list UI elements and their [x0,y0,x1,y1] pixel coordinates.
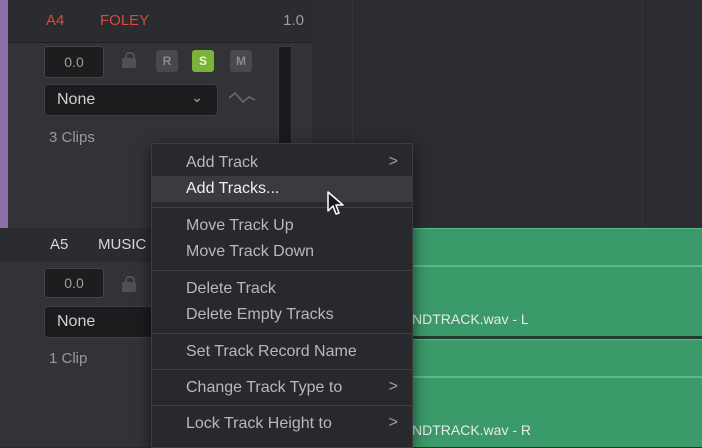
volume-field[interactable]: 0.0 [44,268,104,298]
menu-separator [152,405,412,406]
menu-item-label: Add Tracks... [186,180,280,197]
mute-button[interactable]: M [230,50,252,72]
menu-item-label: Lock Track Height to [186,415,332,432]
volume-field[interactable]: 0.0 [44,46,104,78]
menu-item-delete-empty-tracks[interactable]: Delete Empty Tracks [152,302,412,328]
menu-item-label: Delete Track [186,280,276,297]
menu-item-label: Move Track Down [186,243,315,260]
menu-separator [152,369,412,370]
menu-item-change-track-type[interactable]: Change Track Type to > [152,375,412,401]
menu-item-label: Set Track Record Name [186,343,357,360]
menu-item-lock-track-height[interactable]: Lock Track Height to > [152,411,412,437]
menu-item-label: Add Track [186,154,259,171]
track-name[interactable]: FOLEY [100,12,149,29]
solo-button[interactable]: S [192,50,214,72]
dropdown-value: None [57,91,96,108]
clip-name: NDTRACK.wav - R [412,422,532,438]
track-id: A4 [46,12,65,29]
menu-item-add-tracks[interactable]: Add Tracks... [152,176,412,202]
menu-item-label: Delete Empty Tracks [186,306,334,323]
lock-icon[interactable] [122,52,136,68]
menu-separator [152,333,412,334]
track-id: A5 [50,236,69,253]
menu-separator [152,207,412,208]
track-preset-dropdown[interactable]: None ⌄ [44,84,218,116]
track-name[interactable]: MUSIC [98,236,146,253]
menu-item-move-track-down[interactable]: Move Track Down [152,239,412,265]
chevron-down-icon: ⌄ [191,89,203,105]
clip-name: NDTRACK.wav - L [412,311,529,327]
menu-separator [152,270,412,271]
context-menu[interactable]: Add Track > Add Tracks... Move Track Up … [151,143,413,448]
dropdown-value: None [57,313,96,330]
track-color-stripe [0,0,8,228]
track-title-bar-a4[interactable]: A4 FOLEY 1.0 [8,0,312,43]
submenu-arrow-icon: > [388,414,398,431]
submenu-arrow-icon: > [388,153,398,170]
track-level: 1.0 [283,12,304,29]
automation-curve-icon[interactable] [228,90,256,106]
menu-item-set-track-record-name[interactable]: Set Track Record Name [152,339,412,365]
lock-icon[interactable] [122,276,136,292]
record-arm-button[interactable]: R [156,50,178,72]
menu-item-label: Move Track Up [186,217,294,234]
clip-count: 3 Clips [49,129,95,146]
clip-count: 1 Clip [49,350,88,367]
menu-item-add-track[interactable]: Add Track > [152,150,412,176]
menu-item-move-track-up[interactable]: Move Track Up [152,213,412,239]
timeline-gridline [642,0,643,228]
submenu-arrow-icon: > [388,378,398,395]
menu-item-delete-track[interactable]: Delete Track [152,276,412,302]
mouse-pointer-icon [327,191,344,215]
menu-item-label: Change Track Type to [186,379,343,396]
